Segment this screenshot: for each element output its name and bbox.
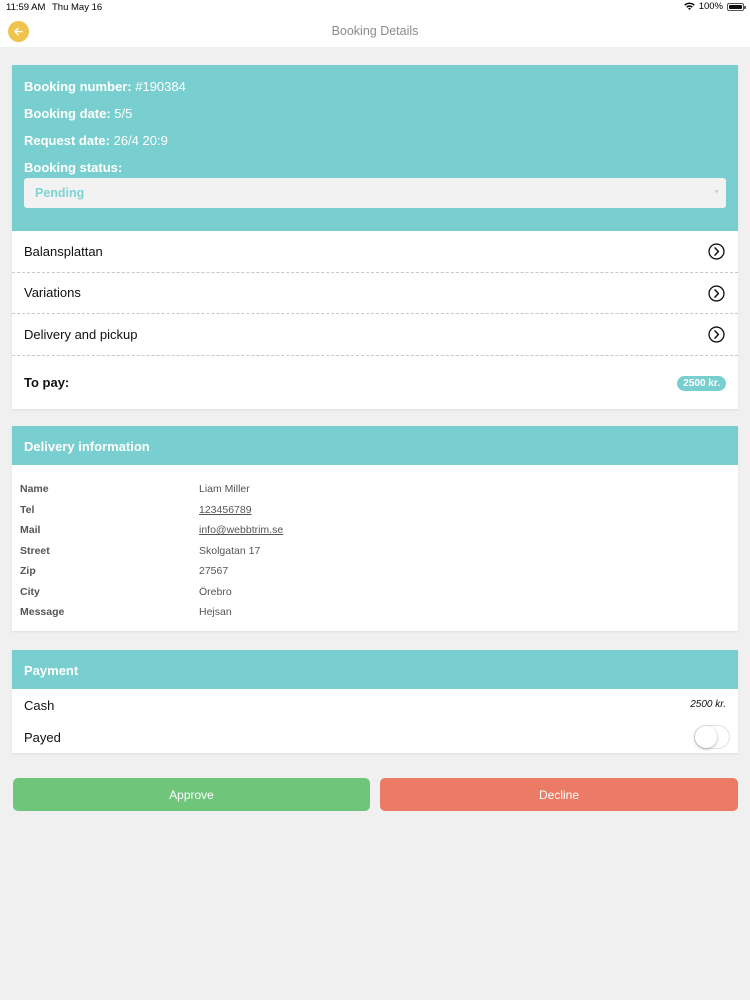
payment-method-row: Cash 2500 kr. [12,689,738,721]
page-title: Booking Details [331,24,419,38]
delivery-card: Delivery information Name Liam Miller Te… [12,426,738,631]
wifi-icon [683,2,695,10]
payed-row: Payed [12,721,738,753]
approve-button[interactable]: Approve [13,778,370,811]
chevron-right-circle-icon [708,243,725,260]
info-key: Name [20,483,49,496]
booking-date: Booking date: 5/5 [24,106,133,121]
info-key: Mail [20,524,41,537]
delivery-info-list: Name Liam Miller Tel 123456789 Mail info… [12,465,738,631]
to-pay-row: To pay: 2500 kr. [12,356,738,409]
info-value: 27567 [199,565,229,578]
link-delivery-and-pickup[interactable]: Delivery and pickup [12,314,738,356]
payment-header: Payment [12,650,738,689]
booking-number: Booking number: #190384 [24,79,186,94]
toggle-knob [695,726,717,748]
navigation-bar: Booking Details [0,16,750,47]
battery-percent: 100% [698,1,723,12]
payment-card: Payment Cash 2500 kr. Payed [12,650,738,753]
delivery-header: Delivery information [12,426,738,465]
request-date: Request date: 26/4 20:9 [24,133,168,148]
link-balansplattan[interactable]: Balansplattan [12,231,738,273]
info-value: Liam Miller [199,483,250,496]
decline-button[interactable]: Decline [380,778,738,811]
booking-card: Booking number: #190384 Booking date: 5/… [12,65,738,409]
chevron-right-circle-icon [708,326,725,343]
to-pay-badge: 2500 kr. [677,375,726,391]
payed-toggle[interactable] [694,725,730,749]
info-row-tel: Tel 123456789 [12,500,738,521]
info-key: City [20,585,40,598]
info-row-street: Street Skolgatan 17 [12,541,738,562]
link-label: Balansplattan [24,243,103,259]
link-variations[interactable]: Variations [12,273,738,315]
booking-header: Booking number: #190384 Booking date: 5/… [12,65,738,231]
payment-method: Cash [24,697,55,713]
status-date: Thu May 16 [52,2,103,13]
link-label: Variations [24,285,81,301]
phone-link[interactable]: 123456789 [199,504,252,516]
info-row-city: City Örebro [12,582,738,603]
info-value: Skolgatan 17 [199,544,261,557]
payment-amount: 2500 kr. [690,699,726,710]
chevron-down-icon: ▼ [713,189,720,196]
status-time: 11:59 AM [6,2,46,13]
info-value: Örebro [199,585,232,598]
booking-status-label: Booking status: [24,160,123,175]
booking-status-value: Pending [35,186,85,200]
to-pay-label: To pay: [24,374,70,390]
info-key: Street [20,544,50,557]
info-key: Zip [20,565,36,578]
info-key: Message [20,606,65,619]
booking-status-select[interactable]: Pending ▼ [24,178,726,208]
link-label: Delivery and pickup [24,326,138,342]
email-link[interactable]: info@webbtrim.se [199,524,283,536]
info-key: Tel [20,503,35,516]
battery-icon [727,2,746,11]
payed-label: Payed [24,729,61,745]
chevron-right-circle-icon [708,284,725,302]
info-row-zip: Zip 27567 [12,561,738,582]
info-row-mail: Mail info@webbtrim.se [12,520,738,541]
status-right: 100% [683,1,746,12]
info-value: Hejsan [199,606,232,619]
info-row-name: Name Liam Miller [12,479,738,500]
info-row-message: Message Hejsan [12,602,738,623]
status-bar: 11:59 AM Thu May 16 100% [0,0,750,16]
